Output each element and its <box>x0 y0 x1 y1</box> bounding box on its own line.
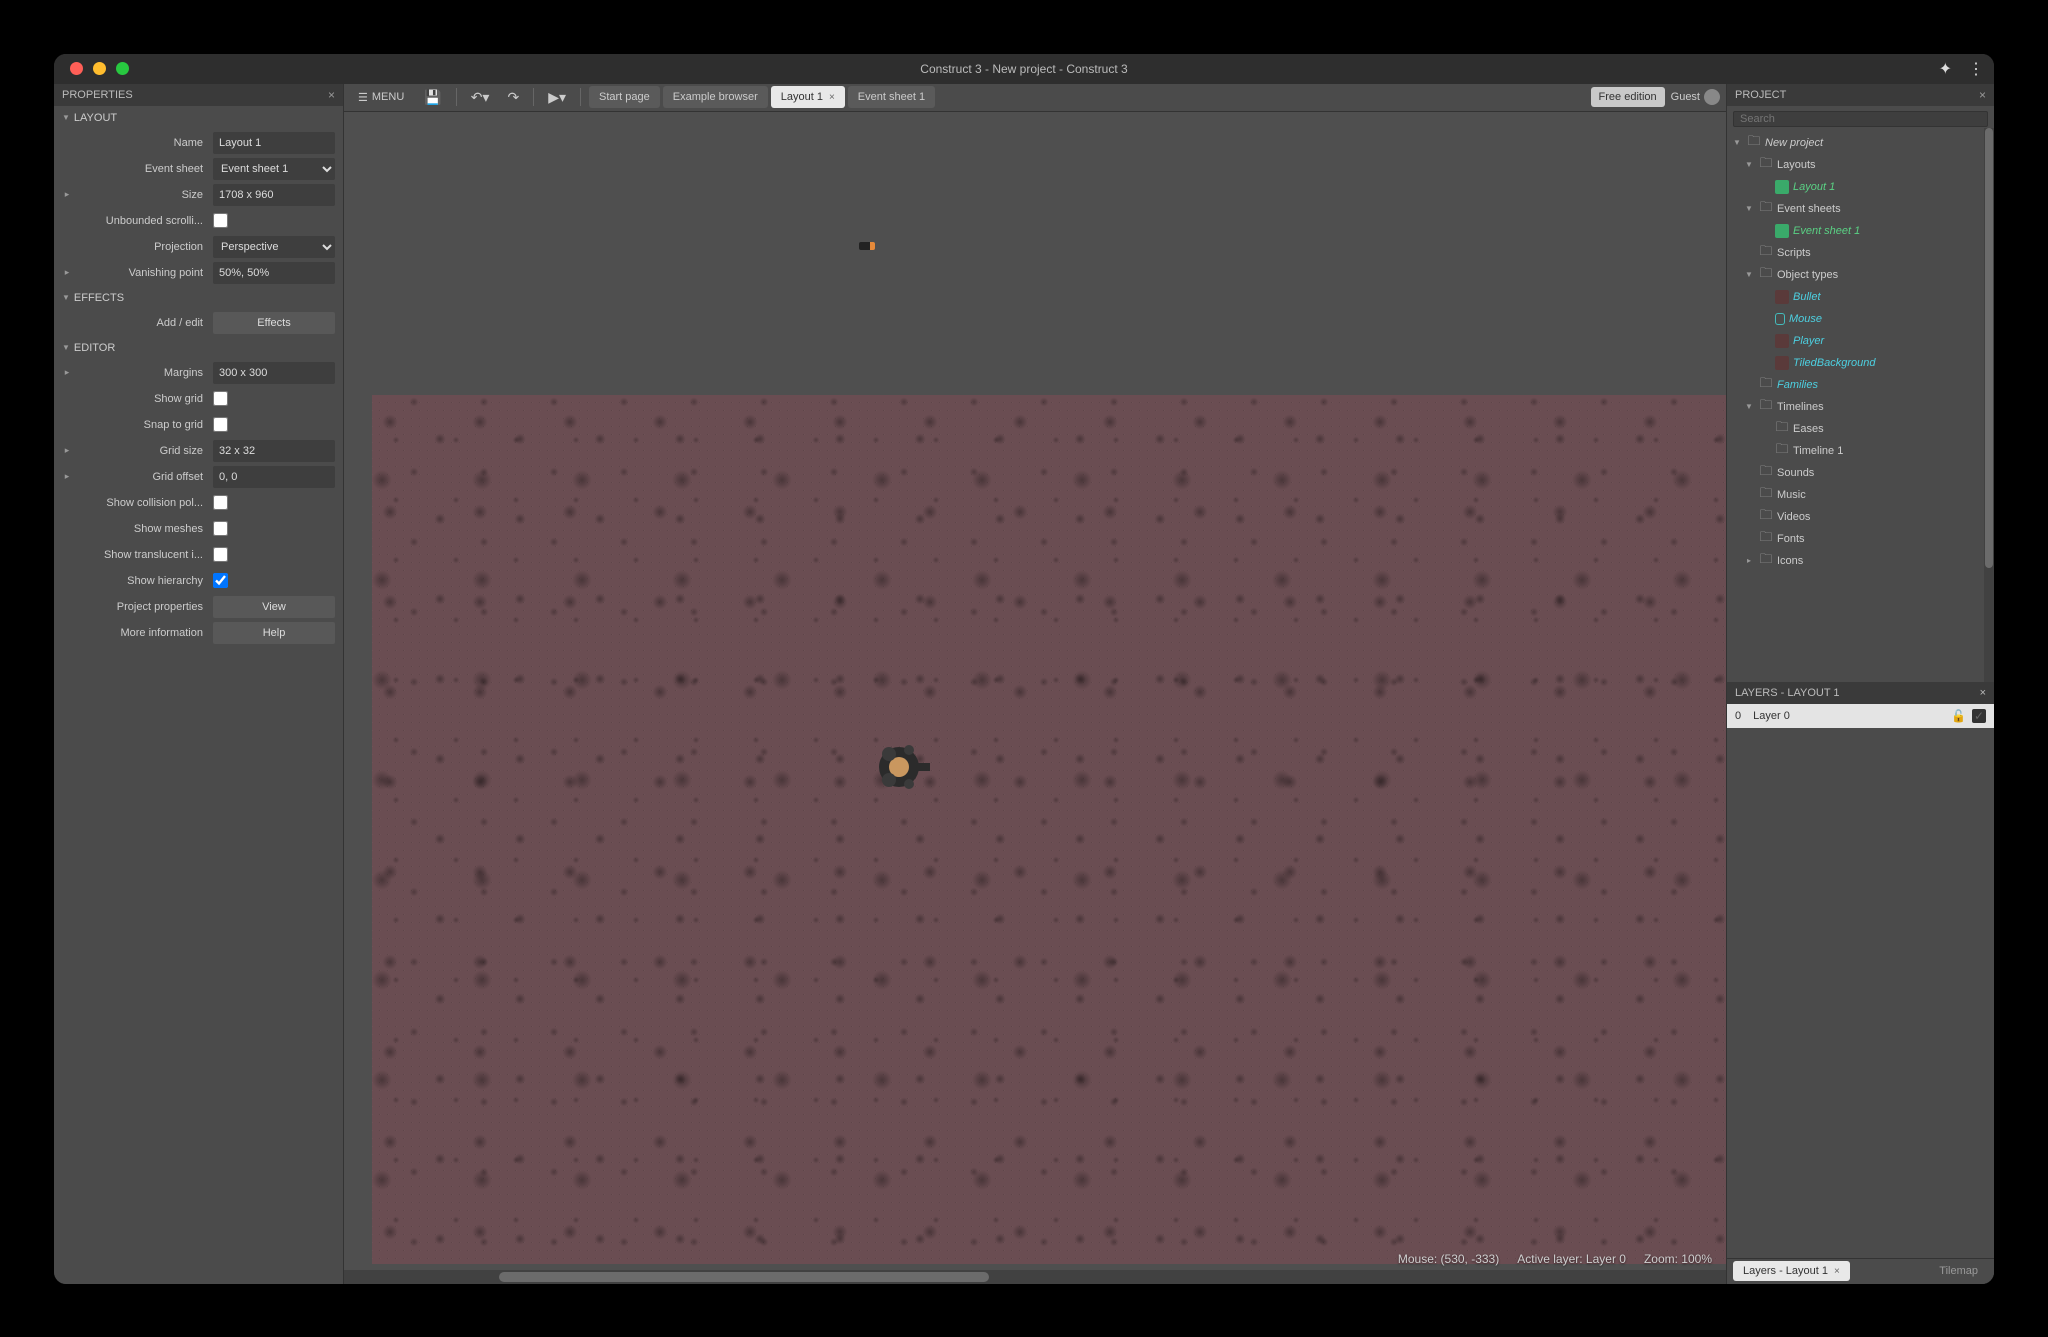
close-icon[interactable]: × <box>1834 1266 1840 1277</box>
effects-button[interactable]: Effects <box>213 312 335 334</box>
tree-objtypes[interactable]: ▼Object types <box>1727 264 1994 286</box>
tab-tilemap[interactable]: Tilemap <box>1929 1261 1988 1281</box>
tree-scrollbar[interactable] <box>1984 128 1994 682</box>
tree-timeline1[interactable]: Timeline 1 <box>1727 440 1994 462</box>
project-header: PROJECT × <box>1727 84 1994 106</box>
hierarchy-checkbox[interactable] <box>213 573 228 588</box>
translucent-checkbox[interactable] <box>213 547 228 562</box>
canvas-status: Mouse: (530, -333) Active layer: Layer 0… <box>1398 1252 1712 1266</box>
tree-fonts[interactable]: Fonts <box>1727 528 1994 550</box>
layers-list: 0 Layer 0 🔓 ✓ <box>1727 704 1994 1258</box>
name-input[interactable] <box>213 132 335 154</box>
tab-layers[interactable]: Layers - Layout 1× <box>1733 1261 1850 1281</box>
redo-icon[interactable]: ↷ <box>501 89 525 106</box>
close-icon[interactable] <box>70 62 83 75</box>
showgrid-checkbox[interactable] <box>213 391 228 406</box>
titlebar: Construct 3 - New project - Construct 3 … <box>54 54 1994 84</box>
account-button[interactable]: Guest <box>1671 89 1720 105</box>
tree-bullet[interactable]: Bullet <box>1727 286 1994 308</box>
kebab-menu-icon[interactable]: ⋮ <box>1968 59 1984 79</box>
free-edition-badge[interactable]: Free edition <box>1591 87 1665 107</box>
help-button[interactable]: Help <box>213 622 335 644</box>
tree-scripts[interactable]: Scripts <box>1727 242 1994 264</box>
properties-header: PROPERTIES × <box>54 84 343 106</box>
visibility-checkbox[interactable]: ✓ <box>1972 709 1986 723</box>
tree-icons[interactable]: ▸Icons <box>1727 550 1994 572</box>
lock-icon[interactable]: 🔓 <box>1951 709 1966 723</box>
play-icon[interactable]: ▶▾ <box>542 89 572 106</box>
eventsheet-select[interactable]: Event sheet 1 <box>213 158 335 180</box>
vanishing-input[interactable] <box>213 262 335 284</box>
tree-player[interactable]: Player <box>1727 330 1994 352</box>
meshes-checkbox[interactable] <box>213 521 228 536</box>
layer-row[interactable]: 0 Layer 0 🔓 ✓ <box>1727 704 1994 728</box>
tree-music[interactable]: Music <box>1727 484 1994 506</box>
tree-timelines[interactable]: ▼Timelines <box>1727 396 1994 418</box>
tree-mouse[interactable]: Mouse <box>1727 308 1994 330</box>
tree-eventsheets[interactable]: ▼Event sheets <box>1727 198 1994 220</box>
avatar-icon <box>1704 89 1720 105</box>
close-icon[interactable]: × <box>328 88 335 102</box>
tree-sounds[interactable]: Sounds <box>1727 462 1994 484</box>
snapgrid-checkbox[interactable] <box>213 417 228 432</box>
player-sprite[interactable] <box>864 732 934 802</box>
unbounded-checkbox[interactable] <box>213 213 228 228</box>
minimize-icon[interactable] <box>93 62 106 75</box>
tiled-background-object[interactable] <box>372 395 1726 1264</box>
close-icon[interactable]: × <box>1979 88 1986 102</box>
window-controls <box>54 62 129 75</box>
bullet-sprite[interactable] <box>859 242 875 250</box>
tree-layouts[interactable]: ▼Layouts <box>1727 154 1994 176</box>
size-input[interactable] <box>213 184 335 206</box>
gridsize-input[interactable] <box>213 440 335 462</box>
project-search-input[interactable] <box>1733 111 1988 127</box>
tab-start-page[interactable]: Start page <box>589 86 660 108</box>
properties-panel: PROPERTIES × LAYOUT Name Event sheetEven… <box>54 84 344 1284</box>
close-icon[interactable]: × <box>1980 687 1986 699</box>
tree-videos[interactable]: Videos <box>1727 506 1994 528</box>
layers-header: LAYERS - LAYOUT 1 × <box>1727 682 1994 704</box>
right-bottom-tabs: Layers - Layout 1× Tilemap <box>1727 1258 1994 1284</box>
extension-icon[interactable]: ✦ <box>1939 59 1952 79</box>
tree-families[interactable]: Families <box>1727 374 1994 396</box>
horizontal-scrollbar[interactable] <box>344 1270 1726 1284</box>
section-layout[interactable]: LAYOUT <box>54 106 343 130</box>
tab-layout[interactable]: Layout 1× <box>771 86 845 108</box>
tab-eventsheet[interactable]: Event sheet 1 <box>848 86 935 108</box>
close-icon[interactable]: × <box>829 92 835 103</box>
layout-canvas[interactable]: Mouse: (530, -333) Active layer: Layer 0… <box>344 112 1726 1284</box>
app-window: Construct 3 - New project - Construct 3 … <box>54 54 1994 1284</box>
main-toolbar: ☰ MENU 💾 ↶▾ ↷ ▶▾ Start page Example brow… <box>344 84 1726 112</box>
right-panels: PROJECT × ▼New project ▼Layouts Layout 1… <box>1726 84 1994 1284</box>
tree-tiledbg[interactable]: TiledBackground <box>1727 352 1994 374</box>
editor-tabs: Start page Example browser Layout 1× Eve… <box>589 86 935 108</box>
maximize-icon[interactable] <box>116 62 129 75</box>
window-title: Construct 3 - New project - Construct 3 <box>920 62 1127 76</box>
project-tree: ▼New project ▼Layouts Layout 1 ▼Event sh… <box>1727 128 1994 682</box>
tree-eventsheet1[interactable]: Event sheet 1 <box>1727 220 1994 242</box>
section-editor[interactable]: EDITOR <box>54 336 343 360</box>
tree-layout1[interactable]: Layout 1 <box>1727 176 1994 198</box>
projection-select[interactable]: Perspective <box>213 236 335 258</box>
tree-root[interactable]: ▼New project <box>1727 132 1994 154</box>
margins-input[interactable] <box>213 362 335 384</box>
save-icon[interactable]: 💾 <box>418 89 447 106</box>
menu-button[interactable]: ☰ MENU <box>350 86 412 108</box>
section-effects[interactable]: EFFECTS <box>54 286 343 310</box>
undo-icon[interactable]: ↶▾ <box>465 89 496 106</box>
view-button[interactable]: View <box>213 596 335 618</box>
tab-example-browser[interactable]: Example browser <box>663 86 768 108</box>
gridoffset-input[interactable] <box>213 466 335 488</box>
tree-eases[interactable]: Eases <box>1727 418 1994 440</box>
collision-checkbox[interactable] <box>213 495 228 510</box>
